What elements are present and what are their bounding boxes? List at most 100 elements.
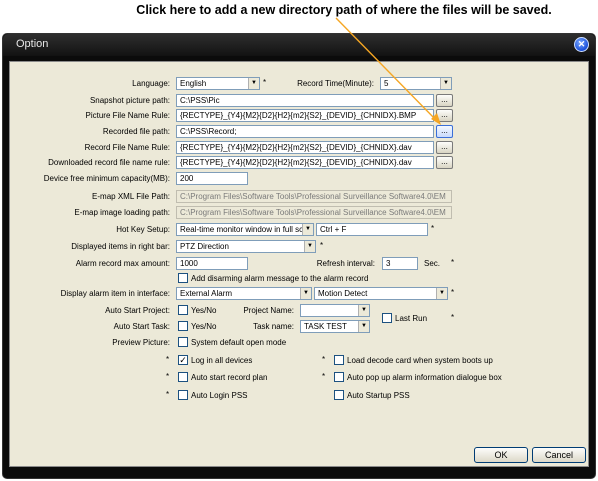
chevron-down-icon: ▼ <box>302 224 313 235</box>
downloaded-rule-field[interactable]: {RECTYPE}_{Y4}{M2}{D2}{H2}{m2}{S2}_{DEVI… <box>176 156 434 169</box>
auto-start-task-label: Auto Start Task: <box>113 322 170 331</box>
alarm-max-field[interactable]: 1000 <box>176 257 248 270</box>
emap-xml-field[interactable]: C:\Program Files\Software Tools\Professi… <box>176 190 452 203</box>
options-panel: Language: English ▼ * Record Time(Minute… <box>9 61 589 467</box>
auto-startup-checkbox[interactable] <box>334 390 344 400</box>
required-star: * <box>322 372 326 381</box>
load-decode-label: Load decode card when system boots up <box>347 356 493 365</box>
chevron-down-icon: ▼ <box>300 288 311 299</box>
recorded-path-field[interactable]: C:\PSS\Record; <box>176 125 434 138</box>
auto-start-project-checkbox[interactable] <box>178 305 188 315</box>
displayed-items-select[interactable]: PTZ Direction ▼ <box>176 240 316 253</box>
required-star: * <box>263 78 267 87</box>
hotkey-action-select[interactable]: Real-time monitor window in full sc ▼ <box>176 223 314 236</box>
record-time-select[interactable]: 5 ▼ <box>380 77 452 90</box>
preview-picture-label: Preview Picture: <box>112 338 170 347</box>
auto-start-record-checkbox[interactable] <box>178 372 188 382</box>
device-free-label: Device free minimum capacity(MB): <box>43 174 170 183</box>
task-name-value: TASK TEST <box>304 322 347 331</box>
last-run-label: Last Run <box>395 314 428 323</box>
required-star: * <box>166 355 170 364</box>
hotkey-action-value: Real-time monitor window in full sc <box>180 225 304 234</box>
emap-image-field[interactable]: C:\Program Files\Software Tools\Professi… <box>176 206 452 219</box>
display-alarm-value-1: External Alarm <box>180 289 233 298</box>
emap-xml-label: E-map XML File Path: <box>92 192 170 201</box>
picture-rule-label: Picture File Name Rule: <box>85 111 170 120</box>
preview-default-label: System default open mode <box>191 338 287 347</box>
alarm-max-label: Alarm record max amount: <box>75 259 170 268</box>
displayed-items-label: Displayed items in right bar: <box>71 242 170 251</box>
task-name-select[interactable]: TASK TEST ▼ <box>300 320 370 333</box>
language-select[interactable]: English ▼ <box>176 77 260 90</box>
auto-login-checkbox[interactable] <box>178 390 188 400</box>
sec-label: Sec. <box>424 259 441 268</box>
auto-login-label: Auto Login PSS <box>191 391 248 400</box>
picture-rule-field[interactable]: {RECTYPE}_{Y4}{M2}{D2}{H2}{m2}{S2}_{DEVI… <box>176 109 434 122</box>
record-rule-label: Record File Name Rule: <box>84 143 170 152</box>
record-rule-button[interactable]: ... <box>436 141 453 154</box>
required-star: * <box>451 288 455 297</box>
close-icon[interactable]: ✕ <box>574 37 589 52</box>
required-star: * <box>166 390 170 399</box>
required-star: * <box>322 355 326 364</box>
auto-popup-checkbox[interactable] <box>334 372 344 382</box>
refresh-interval-field[interactable]: 3 <box>382 257 418 270</box>
recorded-path-label: Recorded file path: <box>102 127 170 136</box>
log-in-all-checkbox[interactable]: ✓ <box>178 355 188 365</box>
ok-button[interactable]: OK <box>474 447 528 463</box>
preview-default-checkbox[interactable] <box>178 337 188 347</box>
language-value: English <box>180 79 207 88</box>
chevron-down-icon: ▼ <box>248 78 259 89</box>
displayed-items-value: PTZ Direction <box>180 242 229 251</box>
title-bar: Option ✕ <box>3 34 595 56</box>
chevron-down-icon: ▼ <box>358 305 369 316</box>
hotkey-keys-field[interactable]: Ctrl + F <box>316 223 428 236</box>
yes-no-project-label: Yes/No <box>191 306 217 315</box>
display-alarm-select-2[interactable]: Motion Detect ▼ <box>314 287 448 300</box>
log-in-all-label: Log in all devices <box>191 356 253 365</box>
snapshot-path-field[interactable]: C:\PSS\Pic <box>176 94 434 107</box>
add-disarming-checkbox[interactable] <box>178 273 188 283</box>
hotkey-label: Hot Key Setup: <box>116 225 170 234</box>
chevron-down-icon: ▼ <box>358 321 369 332</box>
project-name-label: Project Name: <box>243 306 294 315</box>
cancel-button[interactable]: Cancel <box>532 447 586 463</box>
auto-start-project-label: Auto Start Project: <box>105 306 170 315</box>
device-free-field[interactable]: 200 <box>176 172 248 185</box>
required-star: * <box>451 258 455 267</box>
record-time-label: Record Time(Minute): <box>297 79 374 88</box>
project-name-select[interactable]: ▼ <box>300 304 370 317</box>
required-star: * <box>431 224 435 233</box>
auto-popup-label: Auto pop up alarm information dialogue b… <box>347 373 502 382</box>
load-decode-checkbox[interactable] <box>334 355 344 365</box>
chevron-down-icon: ▼ <box>436 288 447 299</box>
language-label: Language: <box>132 79 170 88</box>
snapshot-path-label: Snapshot picture path: <box>89 96 170 105</box>
callout-text: Click here to add a new directory path o… <box>136 3 552 17</box>
display-alarm-value-2: Motion Detect <box>318 289 368 298</box>
snapshot-browse-button[interactable]: ... <box>436 94 453 107</box>
option-dialog: Option ✕ Language: English ▼ * Record Ti… <box>2 33 596 479</box>
required-star: * <box>320 241 324 250</box>
dialog-title: Option <box>16 38 49 50</box>
add-disarming-label: Add disarming alarm message to the alarm… <box>191 274 369 283</box>
record-rule-field[interactable]: {RECTYPE}_{Y4}{M2}{D2}{H2}{m2}{S2}_{DEVI… <box>176 141 434 154</box>
auto-start-record-label: Auto start record plan <box>191 373 268 382</box>
picture-rule-button[interactable]: ... <box>436 109 453 122</box>
chevron-down-icon: ▼ <box>304 241 315 252</box>
required-star: * <box>166 372 170 381</box>
downloaded-rule-label: Downloaded record file name rule: <box>48 158 170 167</box>
yes-no-task-label: Yes/No <box>191 322 217 331</box>
task-name-label: Task name: <box>253 322 294 331</box>
auto-startup-label: Auto Startup PSS <box>347 391 410 400</box>
recorded-path-browse-button[interactable]: ... <box>436 125 453 138</box>
required-star: * <box>451 313 455 322</box>
refresh-interval-label: Refresh interval: <box>316 259 375 268</box>
emap-image-label: E-map image loading path: <box>74 208 170 217</box>
downloaded-rule-button[interactable]: ... <box>436 156 453 169</box>
last-run-checkbox[interactable] <box>382 313 392 323</box>
auto-start-task-checkbox[interactable] <box>178 321 188 331</box>
display-alarm-select-1[interactable]: External Alarm ▼ <box>176 287 312 300</box>
display-alarm-label: Display alarm item in interface: <box>60 289 170 298</box>
chevron-down-icon: ▼ <box>440 78 451 89</box>
